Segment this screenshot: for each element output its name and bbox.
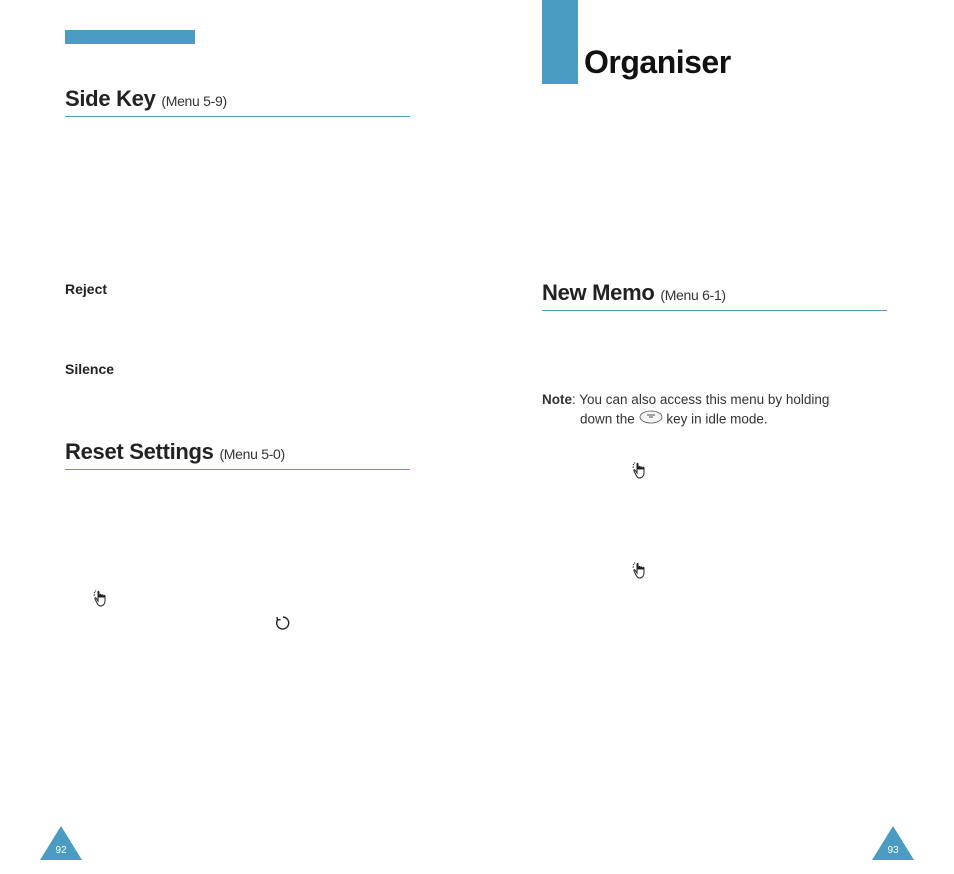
section-menu-ref: (Menu 5-9): [161, 93, 226, 109]
page-accent-bar: [65, 30, 195, 44]
heading-rule: [65, 116, 410, 117]
note-text-b: down the: [580, 411, 635, 426]
note-text-a: : You can also access this menu by holdi…: [572, 392, 829, 407]
rotate-icon: [275, 614, 417, 632]
key-icon: [639, 410, 663, 430]
hand-pointer-icon: [632, 462, 889, 480]
page-number-right: 93: [872, 845, 914, 856]
section-title: Side Key: [65, 86, 156, 111]
section-title: Reset Settings: [65, 439, 214, 464]
hand-pointer-icon: [632, 562, 889, 580]
option-reject: Reject: [65, 281, 417, 297]
section-menu-ref: (Menu 6-1): [660, 287, 725, 303]
note-block: Note: You can also access this menu by h…: [542, 391, 889, 430]
section-heading-reset: Reset Settings (Menu 5-0): [65, 439, 417, 465]
right-page: New Memo (Menu 6-1) Note: You can also a…: [477, 0, 954, 874]
section-menu-ref: (Menu 5-0): [219, 446, 284, 462]
heading-rule: [542, 310, 887, 311]
section-title: New Memo: [542, 280, 655, 305]
option-silence: Silence: [65, 361, 417, 377]
page-number-left: 92: [40, 845, 82, 856]
heading-rule: [65, 469, 410, 470]
section-heading-side-key: Side Key (Menu 5-9): [65, 86, 417, 112]
hand-pointer-icon: [93, 590, 417, 608]
note-text-c: key in idle mode.: [666, 411, 767, 426]
left-page: Side Key (Menu 5-9) Reject Silence Reset…: [0, 0, 477, 874]
note-label: Note: [542, 392, 572, 407]
section-heading-new-memo: New Memo (Menu 6-1): [542, 280, 889, 306]
